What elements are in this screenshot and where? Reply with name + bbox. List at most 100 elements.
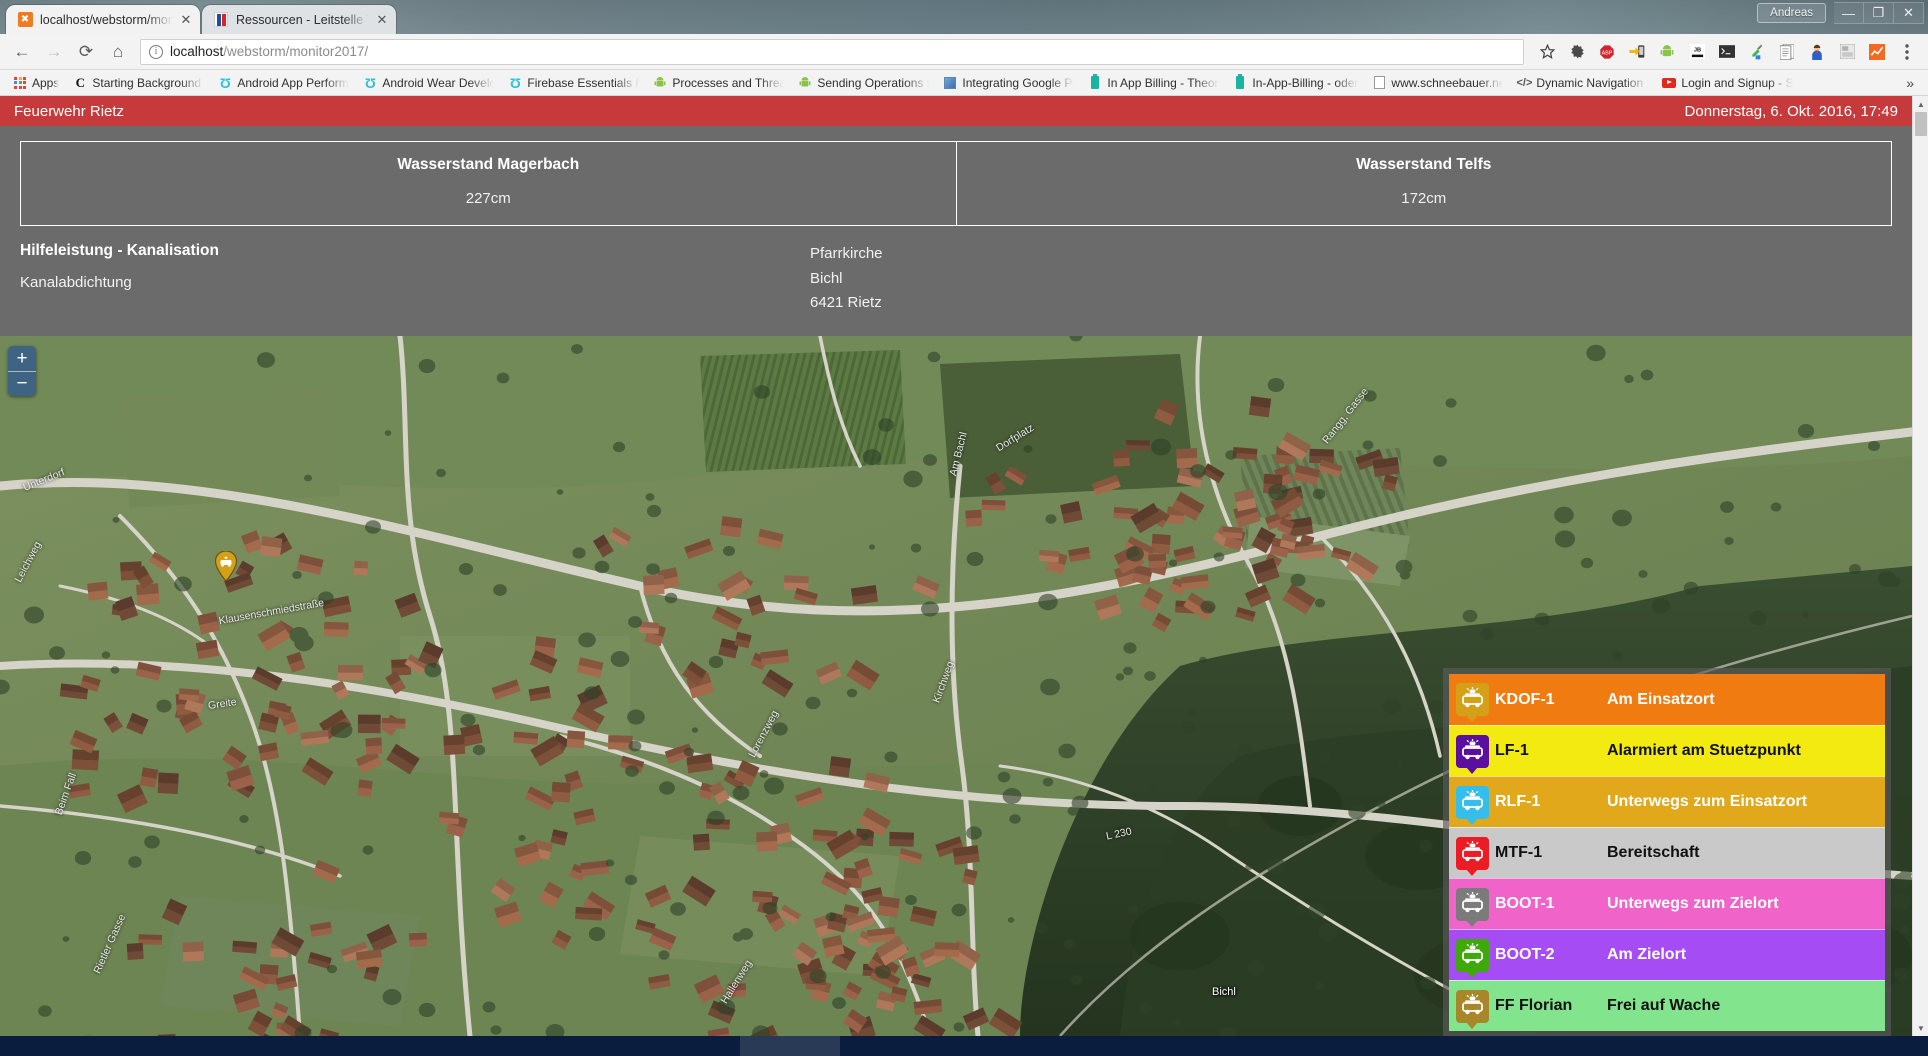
- toolbar-extensions: ABP JB: [1532, 37, 1922, 67]
- browser-title-bar: localhost/webstorm/mon ✕ Ressourcen - Le…: [0, 0, 1928, 34]
- vehicle-status-row[interactable]: BOOT-1 Unterwegs zum Zielort: [1449, 878, 1885, 929]
- vehicle-status-row[interactable]: LF-1 Alarmiert am Stuetzpunkt: [1449, 725, 1885, 776]
- minimize-button[interactable]: —: [1834, 2, 1864, 24]
- bookmark-item[interactable]: Integrating Google Pl: [936, 72, 1081, 94]
- bookmark-item[interactable]: Ʊ Android App Performa: [211, 72, 356, 94]
- bookmark-label: Android App Performa: [237, 75, 350, 90]
- vehicle-name: BOOT-1: [1495, 895, 1555, 912]
- vehicle-marker-icon: [1449, 887, 1495, 921]
- youtube-icon: [1662, 76, 1677, 90]
- bookmark-label: Android Wear Develo: [382, 75, 495, 90]
- bookmarks-bar: Apps C Starting Background S Ʊ Android App P…: [0, 70, 1928, 96]
- zoom-in-button[interactable]: +: [8, 346, 36, 371]
- bookmark-label: www.schneebauer.net: [1391, 75, 1504, 90]
- bookmarks-overflow-button[interactable]: »: [1898, 75, 1922, 91]
- url-text: localhost/webstorm/monitor2017/: [170, 44, 368, 59]
- page-scrollbar-vertical[interactable]: ▲ ▼: [1912, 96, 1928, 1036]
- jetbrains-icon[interactable]: JB: [1682, 37, 1712, 67]
- battery-icon: [1088, 74, 1102, 90]
- vehicle-status-panel: KDOF-1 Am Einsatzort LF-1 Alarmiert am Stue…: [1443, 668, 1891, 1036]
- vehicle-marker-icon: [1449, 683, 1495, 716]
- vehicle-status: Frei auf Wache: [1607, 997, 1721, 1014]
- vehicle-status-row[interactable]: KDOF-1 Am Einsatzort: [1449, 674, 1885, 725]
- vehicle-status-row[interactable]: MTF-1 Bereitschaft: [1449, 827, 1885, 878]
- vehicle-status-row[interactable]: RLF-1 Unterwegs zum Einsatzort: [1449, 776, 1885, 827]
- mission-details: Hilfeleistung - Kanalisation Kanalabdich…: [20, 242, 810, 316]
- chrome-menu-icon[interactable]: [1892, 37, 1922, 67]
- vehicle-marker-icon: [1449, 938, 1495, 972]
- map-label: Bichl: [1212, 986, 1236, 998]
- vehicle-status-row[interactable]: BOOT-2 Am Zielort: [1449, 929, 1885, 980]
- forward-icon[interactable]: →: [38, 37, 70, 67]
- apps-grid-icon: [13, 76, 27, 90]
- browser-tab-1[interactable]: localhost/webstorm/mon ✕: [6, 5, 200, 34]
- taskbar-item[interactable]: [740, 1036, 840, 1056]
- browser-toolbar: ← → ⟳ ⌂ i localhost/webstorm/monitor2017…: [0, 34, 1928, 70]
- scrollbar-thumb[interactable]: [1915, 112, 1927, 136]
- scroll-down-button[interactable]: ▼: [1913, 1020, 1928, 1036]
- reload-icon[interactable]: ⟳: [70, 37, 102, 67]
- adblock-icon[interactable]: ABP: [1592, 37, 1622, 67]
- star-icon[interactable]: [1532, 37, 1562, 67]
- address-line-3: 6421 Rietz: [810, 294, 882, 311]
- battery-icon: [1233, 74, 1247, 90]
- bookmark-item[interactable]: Sending Operations t: [791, 72, 936, 94]
- vehicle-marker-icon: [1449, 734, 1495, 768]
- gear-icon[interactable]: [1562, 37, 1592, 67]
- site-info-icon[interactable]: i: [149, 44, 163, 59]
- water-level-name: Wasserstand Telfs: [1356, 156, 1492, 173]
- zoom-out-button[interactable]: −: [8, 371, 36, 396]
- map-zoom-controls[interactable]: + −: [8, 346, 36, 396]
- scroll-up-button[interactable]: ▲: [1913, 96, 1928, 112]
- close-icon[interactable]: ✕: [376, 12, 388, 28]
- bookmark-item[interactable]: Ʊ Android Wear Develo: [356, 72, 501, 94]
- bookmark-label: Login and Signup - SO: [1681, 75, 1794, 90]
- clipboard-icon[interactable]: [1772, 37, 1802, 67]
- bookmark-item[interactable]: </> Dynamic Navigation D: [1510, 72, 1655, 94]
- bookmark-item[interactable]: In App Billing - Theori: [1081, 72, 1226, 94]
- vehicle-status: Unterwegs zum Zielort: [1607, 895, 1779, 912]
- water-level-panels: Wasserstand Magerbach 227cm Wasserstand …: [20, 141, 1892, 226]
- bookmark-label: Firebase Essentials Fo: [527, 75, 640, 90]
- play-store-icon: [943, 76, 957, 90]
- vehicle-status: Alarmiert am Stuetzpunkt: [1607, 742, 1801, 759]
- bookmark-item[interactable]: Apps: [6, 72, 66, 94]
- water-level-card: Wasserstand Telfs 172cm: [955, 142, 1892, 225]
- datetime-display: Donnerstag, 6. Okt. 2016, 17:49: [1684, 102, 1898, 120]
- bookmark-item[interactable]: Ʊ Firebase Essentials Fo: [501, 72, 646, 94]
- close-window-button[interactable]: ✕: [1894, 2, 1924, 24]
- bookmark-item[interactable]: In-App-Billing - oder: [1226, 72, 1365, 94]
- bookmark-item[interactable]: Login and Signup - SO: [1655, 72, 1800, 94]
- vehicle-name: MTF-1: [1495, 844, 1543, 861]
- profile-button[interactable]: Andreas: [1757, 3, 1826, 23]
- vehicle-marker-icon: [1449, 836, 1495, 870]
- os-taskbar[interactable]: [0, 1036, 1928, 1056]
- water-level-value: 227cm: [465, 190, 511, 207]
- bookmark-item[interactable]: Processes and Thread: [646, 72, 791, 94]
- terminal-icon[interactable]: [1712, 37, 1742, 67]
- satellite-map[interactable]: + − Unterdorf Bichl Leichweg Klausenschmied…: [0, 336, 1912, 1036]
- browser-tab-2[interactable]: Ressourcen - Leitstelle Ti ✕: [202, 5, 396, 34]
- bookmark-item[interactable]: C Starting Background S: [66, 72, 211, 94]
- android-icon[interactable]: [1652, 37, 1682, 67]
- analytics-icon[interactable]: [1862, 37, 1892, 67]
- eyedropper-icon[interactable]: [1742, 37, 1772, 67]
- bookmark-label: Processes and Thread: [672, 75, 785, 90]
- send-to-device-icon[interactable]: [1622, 37, 1652, 67]
- superhero-icon[interactable]: [1802, 37, 1832, 67]
- address-bar[interactable]: i localhost/webstorm/monitor2017/: [140, 38, 1524, 65]
- bookmark-label: Dynamic Navigation D: [1536, 75, 1649, 90]
- bookmark-label: Apps: [32, 75, 60, 90]
- vehicle-name: BOOT-2: [1495, 946, 1555, 963]
- maximize-button[interactable]: ❐: [1864, 2, 1894, 24]
- tab-strip: localhost/webstorm/mon ✕ Ressourcen - Le…: [6, 4, 398, 34]
- android-icon: [798, 76, 812, 90]
- home-icon[interactable]: ⌂: [102, 37, 134, 67]
- bookmark-item[interactable]: www.schneebauer.net: [1365, 72, 1510, 94]
- save-page-icon[interactable]: [1832, 37, 1862, 67]
- vehicle-status-row[interactable]: FF Florian Frei auf Wache: [1449, 980, 1885, 1031]
- vehicle-map-marker[interactable]: [214, 550, 238, 582]
- bookmark-label: Starting Background S: [92, 75, 205, 90]
- close-icon[interactable]: ✕: [180, 12, 192, 28]
- back-icon[interactable]: ←: [6, 37, 38, 67]
